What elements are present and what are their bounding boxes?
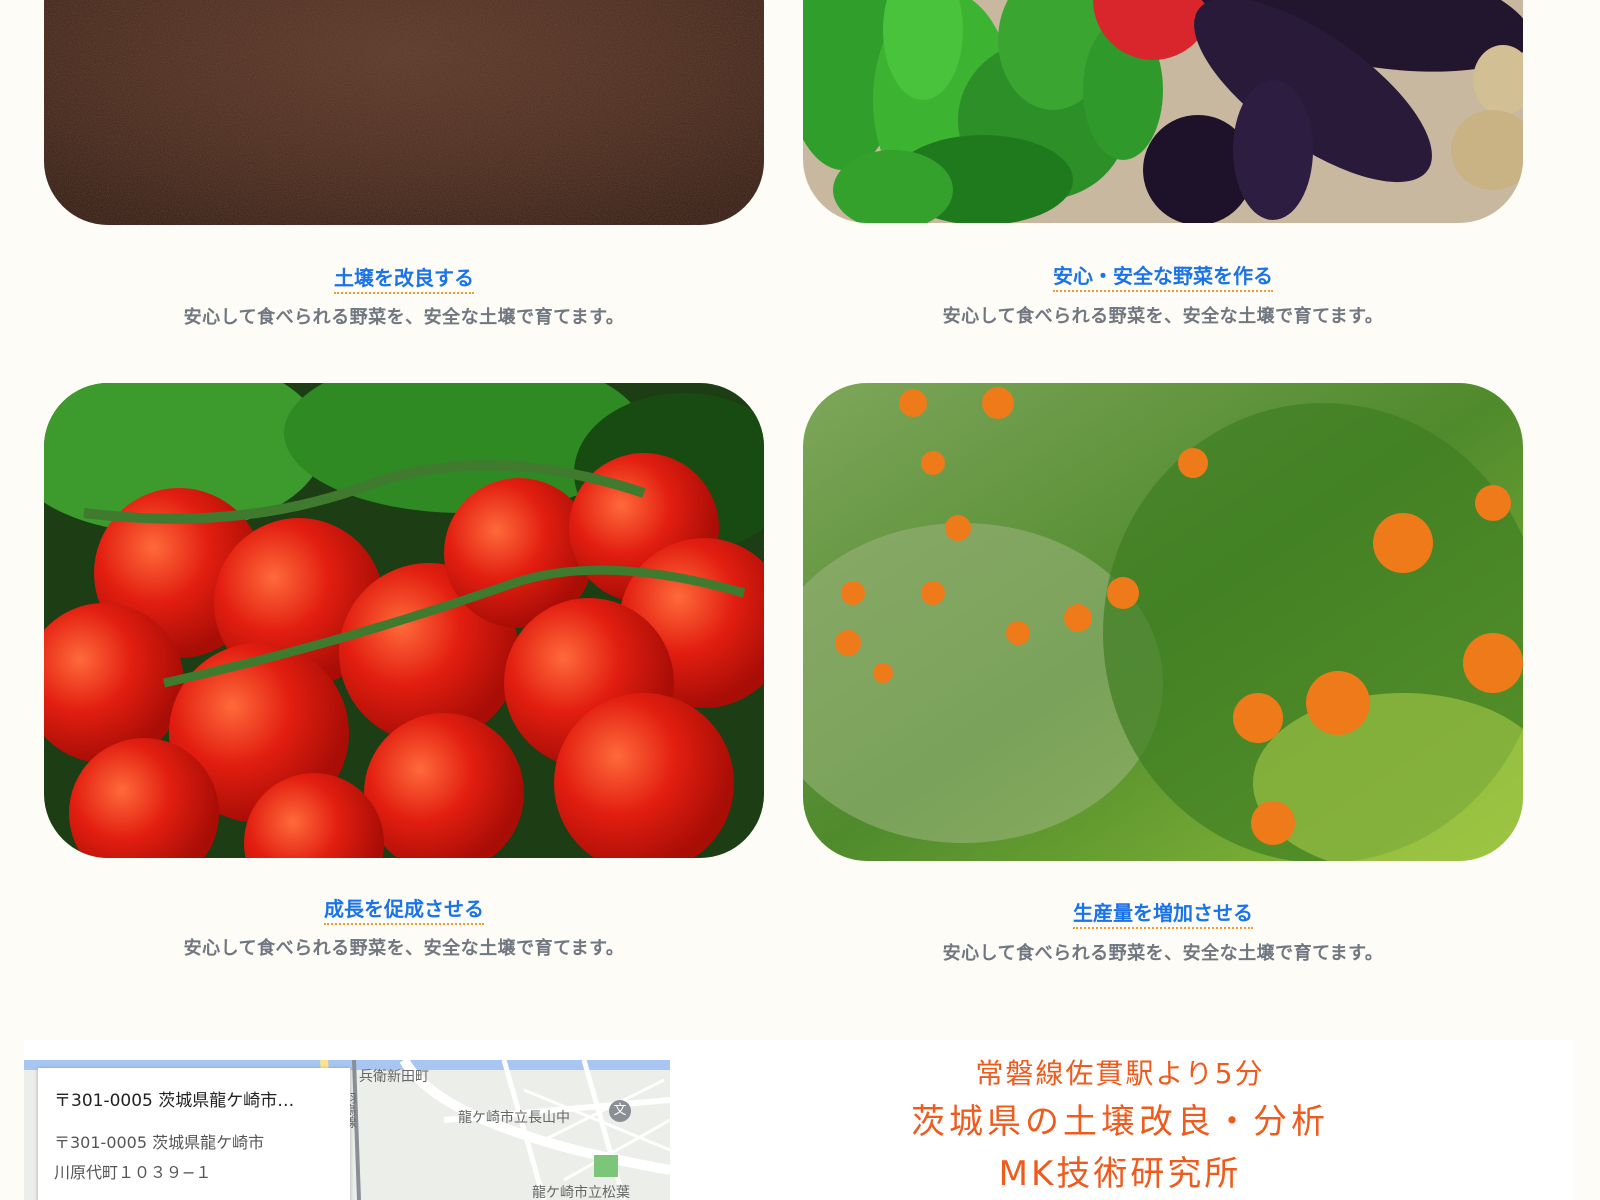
feature-card-vegetables: 安心・安全な野菜を作る 安心して食べられる野菜を、安全な土壌で育てます。 [803,0,1523,340]
map-label-school: 龍ケ崎市立松葉 [532,1185,630,1200]
contact-block: 常磐線佐貫駅より5分 茨城県の土壌改良・分析 MK技術研究所 [820,1052,1420,1194]
feature-description: 安心して食べられる野菜を、安全な土壌で育てます。 [183,307,625,328]
feature-description: 安心して食べられる野菜を、安全な土壌で育てます。 [942,306,1384,327]
feature-description: 安心して食べられる野菜を、安全な土壌で育てます。 [183,938,625,959]
map-info-card: 〒301-0005 茨城県龍ケ崎市… 〒301-0005 茨城県龍ケ崎市 川原代… [38,1068,350,1200]
map-label-school: 龍ケ崎市立長山中 [458,1110,570,1126]
soil-photo [44,0,764,225]
google-map[interactable]: 兵衛新田町 羽鳥線 龍ケ崎市立長山中 文 龍ケ崎市立松葉 〒301-0005 茨… [24,1060,670,1200]
vegetables-photo [803,0,1523,223]
company-name: MK技術研究所 [998,1154,1242,1194]
feature-card-tomatoes: 成長を促成させる 安心して食べられる野菜を、安全な土壌で育てます。 [44,383,764,983]
orange-tree-photo [803,383,1523,861]
map-label-area: 兵衛新田町 [359,1069,429,1085]
place-name: 〒301-0005 茨城県龍ケ崎市… [54,1091,295,1111]
tagline: 茨城県の土壌改良・分析 [911,1102,1329,1142]
address-line: 川原代町１０３９−１ [54,1163,212,1182]
feature-title-link[interactable]: 安心・安全な野菜を作る [803,260,1523,292]
feature-card-oranges: 生産量を増加させる 安心して食べられる野菜を、安全な土壌で育てます。 [803,383,1523,983]
feature-title-link[interactable]: 生産量を増加させる [803,897,1523,929]
address-line: 〒301-0005 茨城県龍ケ崎市 [54,1133,265,1152]
feature-card-soil: 土壌を改良する 安心して食べられる野菜を、安全な土壌で育てます。 [44,0,764,340]
school-icon: 文 [609,1100,631,1122]
access-text: 常磐線佐貫駅より5分 [975,1057,1265,1090]
feature-title-link[interactable]: 土壌を改良する [44,262,764,294]
place-address: 〒301-0005 茨城県龍ケ崎市 川原代町１０３９−１ [54,1128,344,1188]
feature-title-link[interactable]: 成長を促成させる [44,893,764,925]
feature-description: 安心して食べられる野菜を、安全な土壌で育てます。 [942,943,1384,964]
tomatoes-photo [44,383,764,858]
